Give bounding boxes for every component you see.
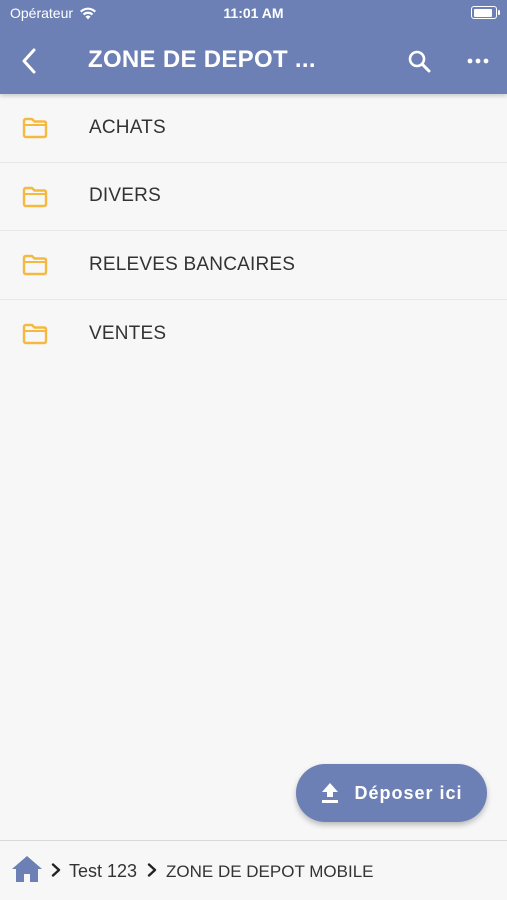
- folder-item-divers[interactable]: DIVERS: [0, 163, 507, 231]
- app-bar: Opérateur 11:01 AM ZONE DE DEPOT ...: [0, 0, 507, 94]
- battery-level: [473, 8, 493, 17]
- folder-icon: [22, 117, 48, 139]
- chevron-right-icon: [51, 863, 61, 877]
- status-time: 11:01 AM: [223, 5, 284, 21]
- battery-icon: [471, 6, 500, 19]
- search-icon: [408, 50, 431, 73]
- more-horizontal-icon: [467, 58, 489, 64]
- home-icon[interactable]: [10, 853, 44, 885]
- back-button[interactable]: [14, 44, 44, 78]
- upload-here-label: Déposer ici: [354, 782, 463, 803]
- folder-label: ACHATS: [89, 116, 166, 138]
- search-button[interactable]: [402, 44, 436, 78]
- breadcrumb-item[interactable]: Test 123: [69, 861, 137, 882]
- folder-icon: [22, 186, 48, 207]
- chevron-right-icon: [147, 863, 157, 877]
- folder-icon: [22, 254, 48, 276]
- upload-icon: [322, 783, 339, 803]
- folder-icon: [22, 323, 48, 344]
- folder-label: RELEVES BANCAIRES: [89, 253, 296, 275]
- page-title: ZONE DE DEPOT ...: [88, 46, 316, 73]
- breadcrumb: Test 123 ZONE DE DEPOT MOBILE: [0, 840, 507, 900]
- more-button[interactable]: [461, 44, 495, 78]
- nav-bar: ZONE DE DEPOT ...: [0, 28, 507, 94]
- folder-item-achats[interactable]: ACHATS: [0, 94, 507, 163]
- folder-list: ACHATS DIVERS RELEVES BANCAIRES VENTES: [0, 94, 507, 368]
- chevron-left-icon: [22, 48, 36, 74]
- folder-label: DIVERS: [89, 185, 161, 207]
- folder-item-ventes[interactable]: VENTES: [0, 300, 507, 369]
- upload-here-button[interactable]: Déposer ici: [296, 764, 487, 822]
- breadcrumb-item-current: ZONE DE DEPOT MOBILE: [166, 862, 374, 881]
- folder-item-releves-bancaires[interactable]: RELEVES BANCAIRES: [0, 231, 507, 300]
- folder-label: VENTES: [89, 322, 167, 344]
- status-bar: Opérateur 11:01 AM: [0, 0, 507, 28]
